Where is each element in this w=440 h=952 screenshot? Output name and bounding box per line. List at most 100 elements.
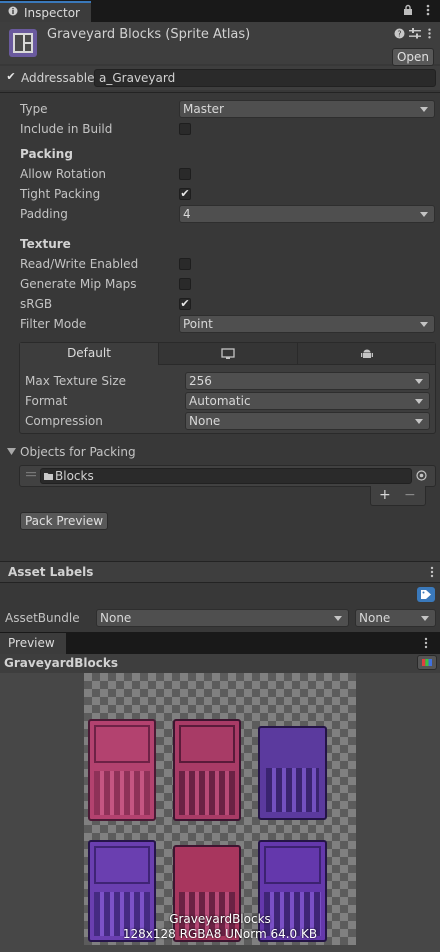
chevron-down-icon [420, 107, 428, 112]
asset-title: Graveyard Blocks (Sprite Atlas) [47, 27, 251, 42]
chevron-down-icon [415, 379, 423, 384]
filter-mode-value: Point [183, 317, 213, 331]
texture-header: Texture [20, 237, 71, 251]
chevron-down-icon [334, 616, 342, 621]
chevron-down-icon [421, 616, 429, 621]
generate-mip-label: Generate Mip Maps [20, 277, 137, 291]
addressable-checkbox[interactable]: ✔ [5, 71, 17, 84]
include-in-build-label: Include in Build [20, 122, 113, 136]
tab-default[interactable]: Default [20, 343, 159, 365]
objects-list: Blocks [19, 465, 436, 487]
srgb-label: sRGB [20, 297, 53, 311]
filter-mode-dropdown[interactable]: Point [179, 315, 435, 333]
overlay-texture-info: 128x128 RGBA8 UNorm 64.0 KB [122, 927, 318, 941]
padding-label: Padding [20, 207, 68, 221]
asset-header: Graveyard Blocks (Sprite Atlas) ? Open [0, 22, 440, 66]
open-button[interactable]: Open [392, 48, 434, 66]
more-options-icon[interactable] [422, 4, 434, 16]
compression-dropdown[interactable]: None [185, 412, 430, 430]
assetbundle-label: AssetBundle [5, 611, 80, 625]
more-options-icon[interactable] [428, 566, 436, 578]
tight-packing-label: Tight Packing [20, 187, 101, 201]
tab-label: Inspector [24, 6, 80, 20]
filter-mode-label: Filter Mode [20, 317, 87, 331]
addressable-row: ✔ Addressable a_Graveyard [0, 66, 440, 90]
packing-header: Packing [20, 147, 73, 161]
remove-item-button[interactable]: − [404, 487, 416, 503]
type-dropdown[interactable]: Master [179, 100, 435, 118]
assetbundle-dropdown[interactable]: None [96, 609, 349, 627]
sprite-block [173, 719, 241, 821]
chevron-down-icon [415, 399, 423, 404]
rgb-channels-icon [422, 659, 432, 666]
padding-value: 4 [183, 207, 191, 221]
divider [0, 92, 440, 93]
asset-labels-title: Asset Labels [8, 565, 94, 579]
tab-bar: Inspector [0, 0, 440, 22]
assetbundle-value: None [100, 611, 132, 625]
preset-icon[interactable] [409, 28, 421, 39]
pack-preview-button[interactable]: Pack Preview [20, 512, 108, 530]
android-icon [360, 349, 373, 358]
preview-tab-label: Preview [8, 636, 55, 650]
lock-icon[interactable] [402, 4, 414, 16]
allow-rotation-label: Allow Rotation [20, 167, 107, 181]
svg-text:?: ? [397, 30, 401, 39]
asset-labels-header[interactable]: Asset Labels [0, 561, 440, 583]
srgb-checkbox[interactable]: ✔ [179, 298, 191, 310]
compression-label: Compression [25, 414, 103, 428]
tab-standalone[interactable] [159, 343, 298, 365]
compression-value: None [189, 414, 221, 428]
help-icon[interactable]: ? [394, 28, 405, 39]
chevron-down-icon [415, 419, 423, 424]
read-write-checkbox[interactable] [179, 258, 191, 270]
folder-icon [44, 473, 53, 480]
info-icon [8, 6, 18, 16]
generate-mip-checkbox[interactable] [179, 278, 191, 290]
more-options-icon[interactable] [424, 28, 435, 39]
preview-asset-name: GraveyardBlocks [4, 656, 118, 670]
format-value: Automatic [189, 394, 251, 408]
tab-inspector[interactable]: Inspector [0, 1, 91, 22]
preview-tab-bar: Preview [0, 632, 440, 654]
object-picker-icon[interactable] [416, 470, 427, 481]
max-texture-size-label: Max Texture Size [25, 374, 126, 388]
format-label: Format [25, 394, 68, 408]
allow-rotation-checkbox[interactable] [179, 168, 191, 180]
list-footer: + − [370, 486, 426, 506]
label-tag-button[interactable] [417, 587, 435, 602]
sprite-atlas-icon [9, 29, 37, 57]
add-item-button[interactable]: + [379, 487, 391, 503]
foldout-arrow-icon[interactable] [7, 448, 16, 456]
chevron-down-icon [420, 322, 428, 327]
include-in-build-checkbox[interactable] [179, 123, 191, 135]
max-texture-size-dropdown[interactable]: 256 [185, 372, 430, 390]
tight-packing-checkbox[interactable]: ✔ [179, 188, 191, 200]
variant-value: None [359, 611, 391, 625]
more-options-icon[interactable] [422, 637, 430, 649]
read-write-label: Read/Write Enabled [20, 257, 139, 271]
max-texture-size-value: 256 [189, 374, 212, 388]
drag-handle-icon[interactable] [26, 472, 36, 479]
variant-dropdown[interactable]: None [355, 609, 436, 627]
sprite-block [258, 726, 327, 820]
channel-toggle-button[interactable] [417, 655, 437, 670]
addressable-label: Addressable [21, 71, 95, 85]
tab-preview[interactable]: Preview [0, 633, 66, 654]
type-value: Master [183, 102, 224, 116]
padding-dropdown[interactable]: 4 [179, 205, 435, 223]
type-label: Type [20, 102, 48, 116]
format-dropdown[interactable]: Automatic [185, 392, 430, 410]
overlay-asset-name: GraveyardBlocks [169, 912, 271, 926]
list-item[interactable]: Blocks [40, 468, 412, 484]
list-item-value: Blocks [55, 469, 94, 483]
monitor-icon [221, 348, 235, 359]
tab-android[interactable] [298, 343, 435, 365]
sprite-block [88, 719, 156, 821]
address-field[interactable]: a_Graveyard [94, 69, 436, 87]
tag-icon [421, 590, 431, 599]
preview-toolbar: GraveyardBlocks [0, 654, 440, 673]
chevron-down-icon [420, 212, 428, 217]
objects-for-packing-header: Objects for Packing [20, 445, 136, 459]
platform-settings: Default Max Texture Size 256 Format Auto… [19, 342, 436, 434]
